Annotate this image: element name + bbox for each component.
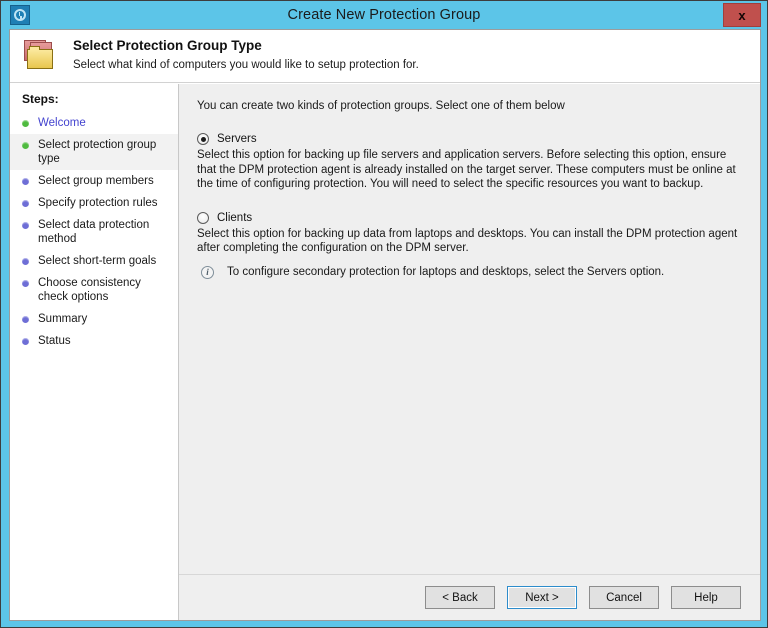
sidebar-item-label: Specify protection rules: [38, 196, 170, 210]
page-title: Select Protection Group Type: [73, 37, 419, 55]
sidebar-item-choose-consistency-check-options[interactable]: Choose consistency check options: [10, 272, 178, 308]
help-button[interactable]: Help: [671, 586, 741, 609]
sidebar-item-label: Select data protection method: [38, 218, 170, 246]
radio-clients-indicator[interactable]: [197, 212, 209, 224]
sidebar-item-welcome[interactable]: Welcome: [10, 112, 178, 134]
radio-clients-description: Select this option for backing up data f…: [197, 227, 746, 256]
title-bar: Create New Protection Group x: [1, 1, 767, 29]
content-pane: You can create two kinds of protection g…: [179, 84, 760, 620]
sidebar-item-specify-protection-rules[interactable]: Specify protection rules: [10, 192, 178, 214]
step-bullet-icon: [22, 222, 29, 229]
protection-group-folders-icon: [22, 38, 62, 76]
info-note: i To configure secondary protection for …: [201, 265, 746, 279]
dialog-inner-frame: Select Protection Group Type Select what…: [9, 29, 761, 621]
sidebar-item-select-data-protection-method[interactable]: Select data protection method: [10, 214, 178, 250]
sidebar-item-label: Summary: [38, 312, 170, 326]
dialog-header: Select Protection Group Type Select what…: [10, 30, 760, 83]
sidebar-item-label: Choose consistency check options: [38, 276, 170, 304]
page-subtitle: Select what kind of computers you would …: [73, 57, 419, 73]
intro-text: You can create two kinds of protection g…: [197, 100, 746, 112]
dialog-button-bar: < Back Next > Cancel Help: [179, 574, 760, 620]
cancel-button[interactable]: Cancel: [589, 586, 659, 609]
radio-option-clients[interactable]: Clients: [197, 212, 746, 224]
step-bullet-icon: [22, 178, 29, 185]
sidebar-item-label: Welcome: [38, 116, 170, 130]
step-bullet-icon: [22, 338, 29, 345]
sidebar-item-label: Select protection group type: [38, 138, 170, 166]
step-bullet-icon: [22, 258, 29, 265]
back-button[interactable]: < Back: [425, 586, 495, 609]
step-bullet-icon: [22, 280, 29, 287]
create-protection-group-window: Create New Protection Group x Select Pro…: [0, 0, 768, 628]
next-button[interactable]: Next >: [507, 586, 577, 609]
dpm-recovery-clock-icon: [10, 5, 30, 25]
radio-servers-description: Select this option for backing up file s…: [197, 148, 746, 192]
step-bullet-icon: [22, 316, 29, 323]
sidebar-item-status[interactable]: Status: [10, 330, 178, 352]
sidebar-item-summary[interactable]: Summary: [10, 308, 178, 330]
steps-heading: Steps:: [10, 90, 178, 112]
step-bullet-icon: [22, 142, 29, 149]
window-title: Create New Protection Group: [1, 7, 767, 23]
sidebar-item-select-group-members[interactable]: Select group members: [10, 170, 178, 192]
radio-option-servers[interactable]: Servers: [197, 133, 746, 145]
radio-clients-label: Clients: [217, 212, 252, 224]
close-icon[interactable]: x: [723, 3, 761, 27]
sidebar-item-select-protection-group-type[interactable]: Select protection group type: [10, 134, 178, 170]
sidebar-item-label: Select group members: [38, 174, 170, 188]
info-icon: i: [201, 266, 214, 279]
sidebar-item-select-short-term-goals[interactable]: Select short-term goals: [10, 250, 178, 272]
radio-servers-label: Servers: [217, 133, 257, 145]
sidebar-item-label: Select short-term goals: [38, 254, 170, 268]
step-bullet-icon: [22, 120, 29, 127]
sidebar-item-label: Status: [38, 334, 170, 348]
radio-servers-indicator[interactable]: [197, 133, 209, 145]
info-note-text: To configure secondary protection for la…: [227, 265, 664, 279]
step-bullet-icon: [22, 200, 29, 207]
dialog-body: Steps: Welcome Select protection group t…: [10, 84, 760, 620]
steps-sidebar: Steps: Welcome Select protection group t…: [10, 84, 179, 620]
